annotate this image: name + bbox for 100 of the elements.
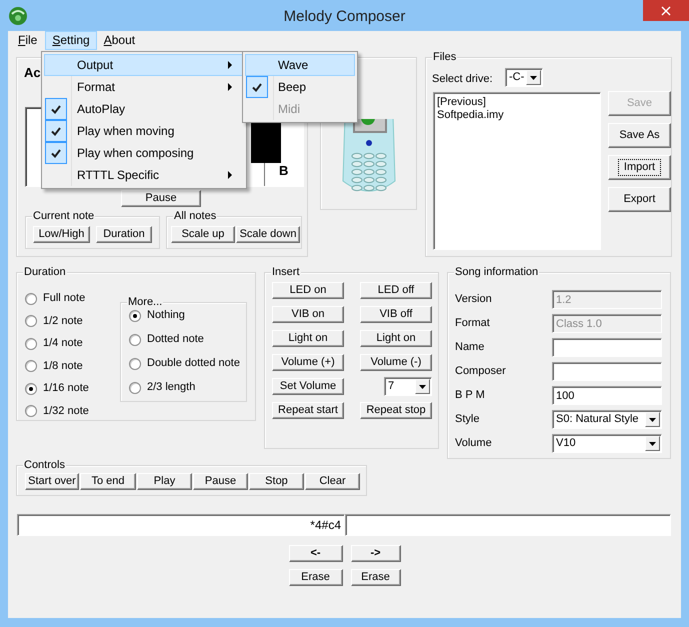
push-button[interactable]: Duration	[96, 226, 152, 243]
push-button[interactable]: Pause	[193, 473, 248, 490]
push-button[interactable]: Clear	[305, 473, 360, 490]
field-label: Style	[455, 412, 480, 428]
checkmark-icon	[45, 142, 67, 164]
option-label: Nothing	[147, 309, 185, 322]
field-label: Composer	[455, 364, 507, 380]
file-list[interactable]: [Previous] Softpedia.imy	[433, 92, 601, 250]
window-title: Melody Composer	[284, 8, 406, 25]
field-label: Name	[455, 340, 486, 356]
push-button[interactable]: Scale down	[236, 226, 300, 243]
menu-item[interactable]: Wave	[245, 54, 355, 76]
field-label: Format	[455, 316, 491, 332]
dropdown-button[interactable]	[415, 379, 430, 394]
push-button[interactable]: Volume (-)	[360, 354, 432, 371]
option-label: 2/3 length	[147, 381, 196, 394]
push-button[interactable]: Repeat stop	[360, 402, 432, 419]
radio-button[interactable]	[129, 382, 141, 394]
dropdown-arrow-icon	[649, 418, 656, 422]
push-button[interactable]: Save As	[608, 123, 671, 148]
push-button[interactable]: Scale up	[171, 226, 235, 243]
push-button[interactable]: VIB off	[360, 306, 432, 323]
radio-button[interactable]	[25, 292, 37, 304]
dropdown-button[interactable]	[645, 412, 660, 427]
radio-button[interactable]	[25, 360, 37, 372]
dropdown-field[interactable]: V10	[552, 434, 662, 453]
dropdown-button[interactable]	[645, 436, 660, 451]
menu-item[interactable]: Format	[44, 76, 244, 98]
dropdown-button[interactable]	[526, 70, 541, 85]
radio-button[interactable]	[129, 310, 141, 322]
radio-button[interactable]	[25, 382, 37, 394]
menu-bar-item[interactable]: About	[96, 31, 142, 50]
radio-button[interactable]	[25, 405, 37, 417]
field-label: Volume	[455, 436, 493, 452]
dropdown-arrow-icon	[419, 384, 426, 388]
close-icon	[661, 6, 671, 16]
sequence-field[interactable]	[345, 514, 671, 536]
option-label: 1/16 note	[43, 382, 89, 395]
panel-heading: Ac	[24, 64, 41, 82]
push-button[interactable]: To end	[80, 473, 136, 490]
push-button[interactable]: Pause	[121, 190, 201, 207]
push-button[interactable]: Stop	[249, 473, 304, 490]
radio-button[interactable]	[25, 315, 37, 327]
file-list-item[interactable]: [Previous]	[437, 96, 597, 109]
push-button[interactable]: <-	[288, 545, 342, 562]
menu-item[interactable]: AutoPlay	[44, 98, 244, 120]
field-label: B P M	[455, 388, 486, 404]
volume-dropdown[interactable]: 7	[384, 377, 432, 396]
push-button[interactable]: Set Volume	[272, 378, 344, 395]
dropdown-arrow-icon	[649, 442, 656, 446]
push-button[interactable]: Erase	[350, 569, 400, 586]
text-field[interactable]: 100	[552, 386, 662, 405]
checkmark-icon	[45, 120, 67, 142]
dropdown-arrow-icon	[530, 76, 537, 80]
menu-item[interactable]: Play when composing	[44, 142, 244, 164]
menu-item[interactable]: Output	[44, 54, 244, 76]
push-button[interactable]: LED off	[360, 282, 432, 299]
push-button[interactable]: Light on	[360, 330, 432, 347]
drive-dropdown[interactable]: -C-	[505, 68, 543, 87]
menu-item[interactable]: Beep	[245, 76, 355, 98]
close-button[interactable]	[643, 0, 689, 21]
push-button[interactable]: Erase	[288, 569, 342, 586]
menu-bar-item[interactable]: File	[11, 31, 44, 50]
option-label: 1/4 note	[43, 337, 83, 350]
radio-button[interactable]	[129, 334, 141, 346]
push-button[interactable]: Light on	[272, 330, 344, 347]
push-button[interactable]: Volume (+)	[272, 354, 344, 371]
push-button[interactable]: Export	[608, 187, 671, 212]
drive-label: Select drive:	[432, 72, 493, 87]
submenu-arrow-icon	[228, 171, 232, 179]
option-label: Dotted note	[147, 333, 204, 346]
submenu-arrow-icon	[228, 83, 232, 91]
field-label: Version	[455, 292, 493, 308]
push-button[interactable]: VIB on	[272, 306, 344, 323]
menu-bar-item[interactable]: Setting	[45, 31, 97, 50]
option-label: 1/8 note	[43, 360, 83, 372]
push-button[interactable]: ->	[350, 545, 400, 562]
file-list-item[interactable]: Softpedia.imy	[437, 109, 597, 122]
menu-item[interactable]: Play when moving	[44, 120, 244, 142]
sequence-field[interactable]: *4#c4	[17, 514, 345, 536]
option-label: 1/2 note	[43, 314, 83, 328]
push-button[interactable]: Start over	[25, 473, 79, 490]
option-label: Double dotted note	[147, 357, 240, 370]
submenu-arrow-icon	[228, 61, 232, 69]
push-button[interactable]: Repeat start	[272, 402, 344, 419]
option-label: Full note	[43, 292, 86, 305]
sharp-piano-key[interactable]	[251, 120, 281, 163]
push-button[interactable]: Low/High	[33, 226, 90, 243]
checkmark-icon	[45, 98, 67, 120]
checkmark-icon	[246, 76, 268, 98]
radio-button[interactable]	[129, 358, 141, 370]
push-button[interactable]: LED on	[272, 282, 344, 299]
menu-item[interactable]: RTTTL Specific	[44, 164, 244, 186]
push-button[interactable]: Play	[137, 473, 192, 490]
radio-button[interactable]	[25, 338, 37, 350]
text-field[interactable]	[552, 338, 662, 357]
option-label: 1/32 note	[43, 404, 89, 418]
push-button[interactable]: Import	[608, 155, 671, 180]
text-field[interactable]	[552, 362, 662, 381]
dropdown-field[interactable]: S0: Natural Style	[552, 410, 662, 429]
